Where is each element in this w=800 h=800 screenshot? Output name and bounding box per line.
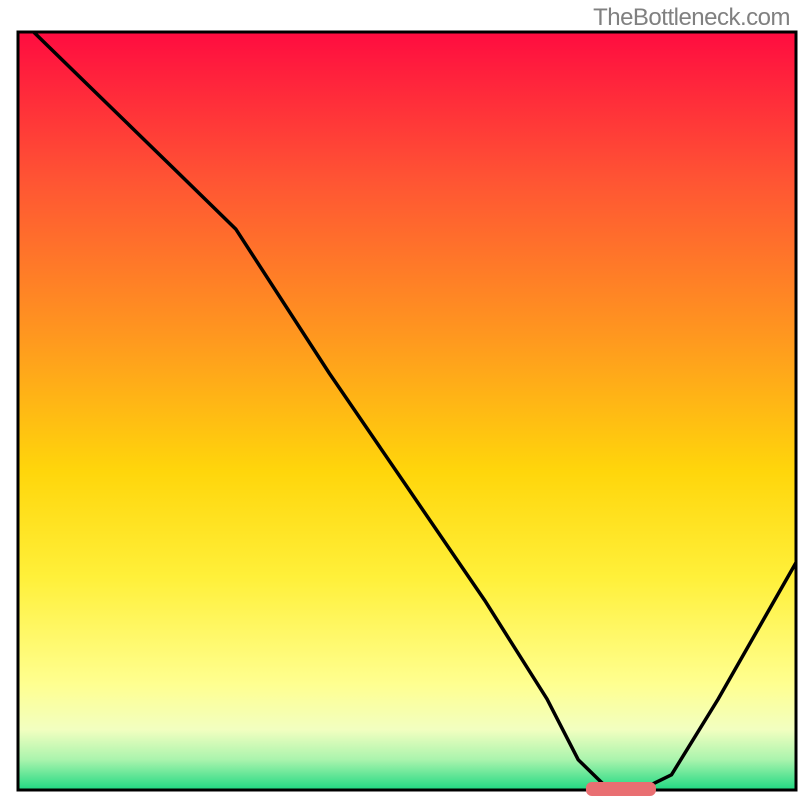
bottleneck-chart [0,0,800,800]
plot-background [18,32,796,790]
optimal-range-marker [586,782,656,796]
watermark-text: TheBottleneck.com [593,4,790,32]
chart-container: TheBottleneck.com [0,0,800,800]
